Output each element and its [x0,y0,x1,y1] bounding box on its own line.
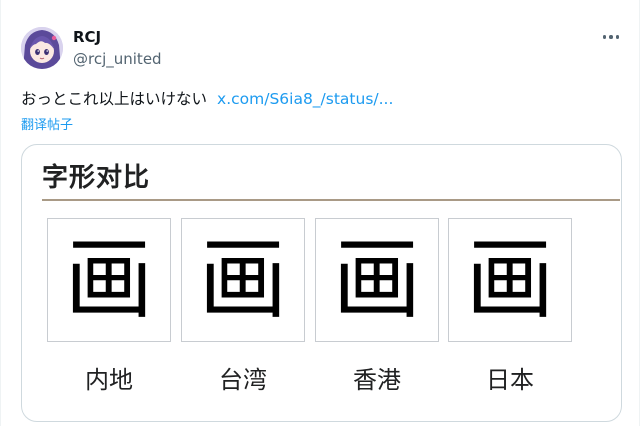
more-icon-dot [609,35,613,39]
glyph-box-taiwan: 画 [181,218,305,342]
region-label-taiwan: 台湾 [219,366,267,394]
avatar[interactable] [21,27,63,69]
more-icon-dot [615,35,620,39]
title-divider [42,199,620,201]
glyph-taiwan: 画 [198,228,287,331]
tweet-body: おっとこれ以上はいけない [21,90,208,108]
region-label-japan: 日本 [486,366,534,394]
more-options-button[interactable] [598,27,624,47]
avatar-image [21,27,63,69]
glyph-box-mainland: 画 [47,218,171,342]
glyph-box-hongkong: 画 [315,218,439,342]
glyph-japan: 画 [465,228,554,331]
display-name[interactable]: RCJ [73,28,101,46]
glyph-box-japan: 画 [448,218,572,342]
tweet-text: おっとこれ以上はいけない x.com/S6ia8_/status/... [21,87,393,109]
translate-post-link[interactable]: 翻译帖子 [21,114,73,133]
glyph-mainland: 画 [64,228,153,331]
quoted-image-card[interactable]: 字形对比 画 画 画 画 内地 台湾 香港 日本 [21,144,622,422]
region-label-mainland: 内地 [85,366,133,394]
tweet-link[interactable]: x.com/S6ia8_/status/... [217,90,393,108]
region-label-hongkong: 香港 [353,366,401,394]
tweet: RCJ @rcj_united おっとこれ以上はいけない x.com/S6ia8_… [0,0,640,426]
more-horizontal-icon [602,35,607,39]
card-title: 字形对比 [42,163,151,193]
user-handle[interactable]: @rcj_united [73,50,162,68]
glyph-hongkong: 画 [332,228,421,331]
